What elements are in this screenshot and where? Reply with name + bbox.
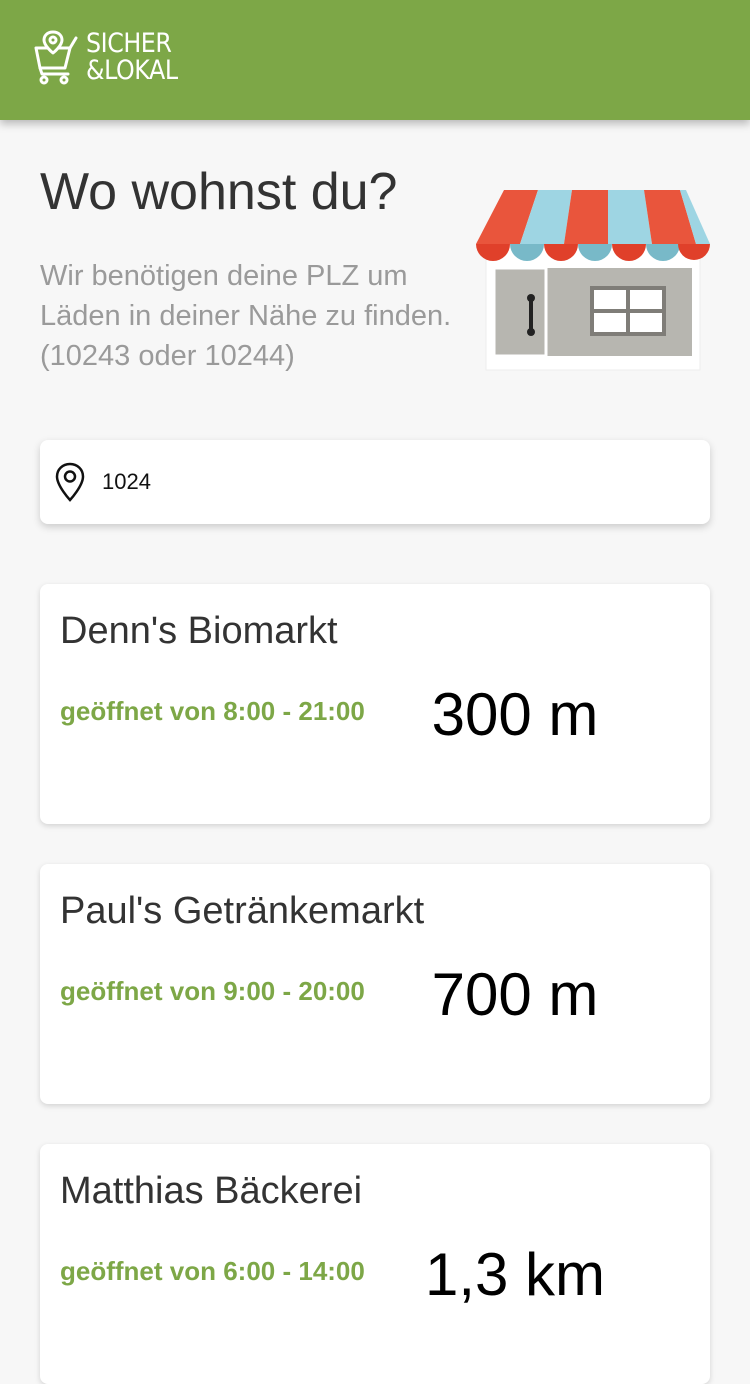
logo-line-2: &LOKAL bbox=[86, 55, 178, 86]
store-name: Matthias Bäckerei bbox=[60, 1170, 363, 1212]
cart-pin-icon bbox=[34, 30, 78, 85]
plz-search-box[interactable] bbox=[40, 440, 710, 524]
store-card[interactable]: Denn's Biomarkt geöffnet von 8:00 - 21:0… bbox=[40, 584, 710, 824]
store-hours: geöffnet von 8:00 - 21:00 bbox=[60, 696, 365, 726]
storefront-icon bbox=[476, 190, 710, 371]
page-title: Wo wohnst du? bbox=[40, 163, 398, 221]
store-name: Denn's Biomarkt bbox=[60, 610, 338, 652]
logo-line-1: SICHER bbox=[86, 28, 172, 59]
store-distance: 700 m bbox=[431, 961, 599, 1028]
logo-wordmark: SICHER &LOKAL bbox=[86, 30, 178, 84]
store-hours: geöffnet von 9:00 - 20:00 bbox=[60, 976, 365, 1006]
page-subtitle: Wir benötigen deine PLZ um Läden in dein… bbox=[40, 260, 452, 372]
app-bar: SICHER &LOKAL bbox=[0, 0, 750, 120]
store-card[interactable]: Paul's Getränkemarkt geöffnet von 9:00 -… bbox=[40, 864, 710, 1104]
store-hours: geöffnet von 6:00 - 14:00 bbox=[60, 1256, 365, 1286]
app-logo[interactable]: SICHER &LOKAL bbox=[30, 28, 190, 86]
store-name: Paul's Getränkemarkt bbox=[60, 890, 425, 932]
store-distance: 1,3 km bbox=[424, 1241, 606, 1308]
location-pin-icon bbox=[55, 462, 85, 502]
store-card[interactable]: Matthias Bäckerei geöffnet von 6:00 - 14… bbox=[40, 1144, 710, 1384]
store-distance: 300 m bbox=[431, 681, 599, 748]
plz-input[interactable] bbox=[102, 457, 662, 507]
